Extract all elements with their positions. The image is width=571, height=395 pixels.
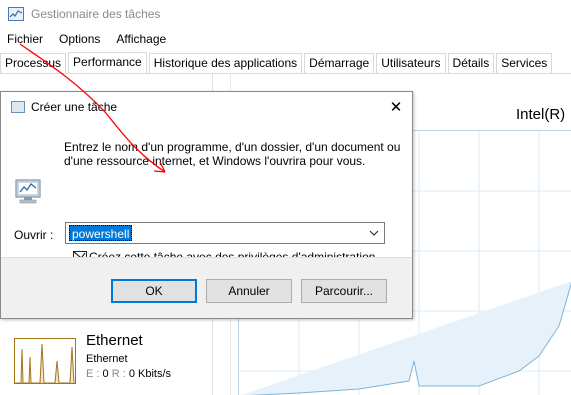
ethernet-send-label: E : <box>86 368 100 380</box>
browse-button[interactable]: Parcourir... <box>301 279 387 303</box>
open-label: Ouvrir : <box>14 228 54 242</box>
ok-button[interactable]: OK <box>111 279 197 303</box>
ethernet-receive-label: R : <box>111 368 126 380</box>
dialog-title: Créer une tâche <box>31 100 118 114</box>
task-manager-icon <box>8 7 24 21</box>
run-program-icon <box>11 101 25 113</box>
cpu-name: Intel(R) <box>516 106 566 123</box>
open-input-value[interactable]: powershell <box>69 225 133 241</box>
menu-fichier[interactable]: Fichier <box>0 32 51 46</box>
close-icon[interactable]: ✕ <box>384 95 408 119</box>
window-title: Gestionnaire des tâches <box>31 7 161 21</box>
tab-processus[interactable]: Processus <box>0 53 67 74</box>
dialog-body: Entrez le nom d'un programme, d'un dossi… <box>1 122 412 264</box>
tab-performance[interactable]: Performance <box>68 52 147 75</box>
dialog-titlebar: Créer une tâche ✕ <box>1 92 412 122</box>
dialog-description: Entrez le nom d'un programme, d'un dossi… <box>64 140 401 168</box>
tab-details[interactable]: Détails <box>447 53 495 74</box>
ethernet-send-value: 0 <box>102 368 109 380</box>
run-program-icon <box>13 174 45 206</box>
dialog-footer: OK Annuler Parcourir... <box>1 257 412 318</box>
ethernet-title: Ethernet <box>86 332 143 349</box>
task-manager-titlebar: Gestionnaire des tâches <box>0 0 571 28</box>
tab-services[interactable]: Services <box>496 53 553 74</box>
menu-affichage[interactable]: Affichage <box>108 32 174 46</box>
tab-demarrage[interactable]: Démarrage <box>304 53 375 74</box>
cancel-button[interactable]: Annuler <box>206 279 292 303</box>
chevron-down-icon[interactable] <box>367 226 381 240</box>
ethernet-receive-value: 0 Kbits/s <box>128 368 172 380</box>
tab-utilisateurs[interactable]: Utilisateurs <box>376 53 446 74</box>
menu-options[interactable]: Options <box>51 32 108 46</box>
tab-historique[interactable]: Historique des applications <box>148 53 303 74</box>
ethernet-subtitle: Ethernet <box>86 353 128 365</box>
create-task-dialog: Créer une tâche ✕ Entrez le nom d'un pro… <box>0 91 413 319</box>
tab-bar: Processus Performance Historique des app… <box>0 52 571 75</box>
menu-bar: Fichier Options Affichage <box>0 29 571 49</box>
ethernet-stats: E : 0 R : 0 Kbits/s <box>86 368 171 380</box>
open-combobox[interactable]: powershell <box>65 222 385 244</box>
ethernet-mini-graph <box>14 338 76 384</box>
